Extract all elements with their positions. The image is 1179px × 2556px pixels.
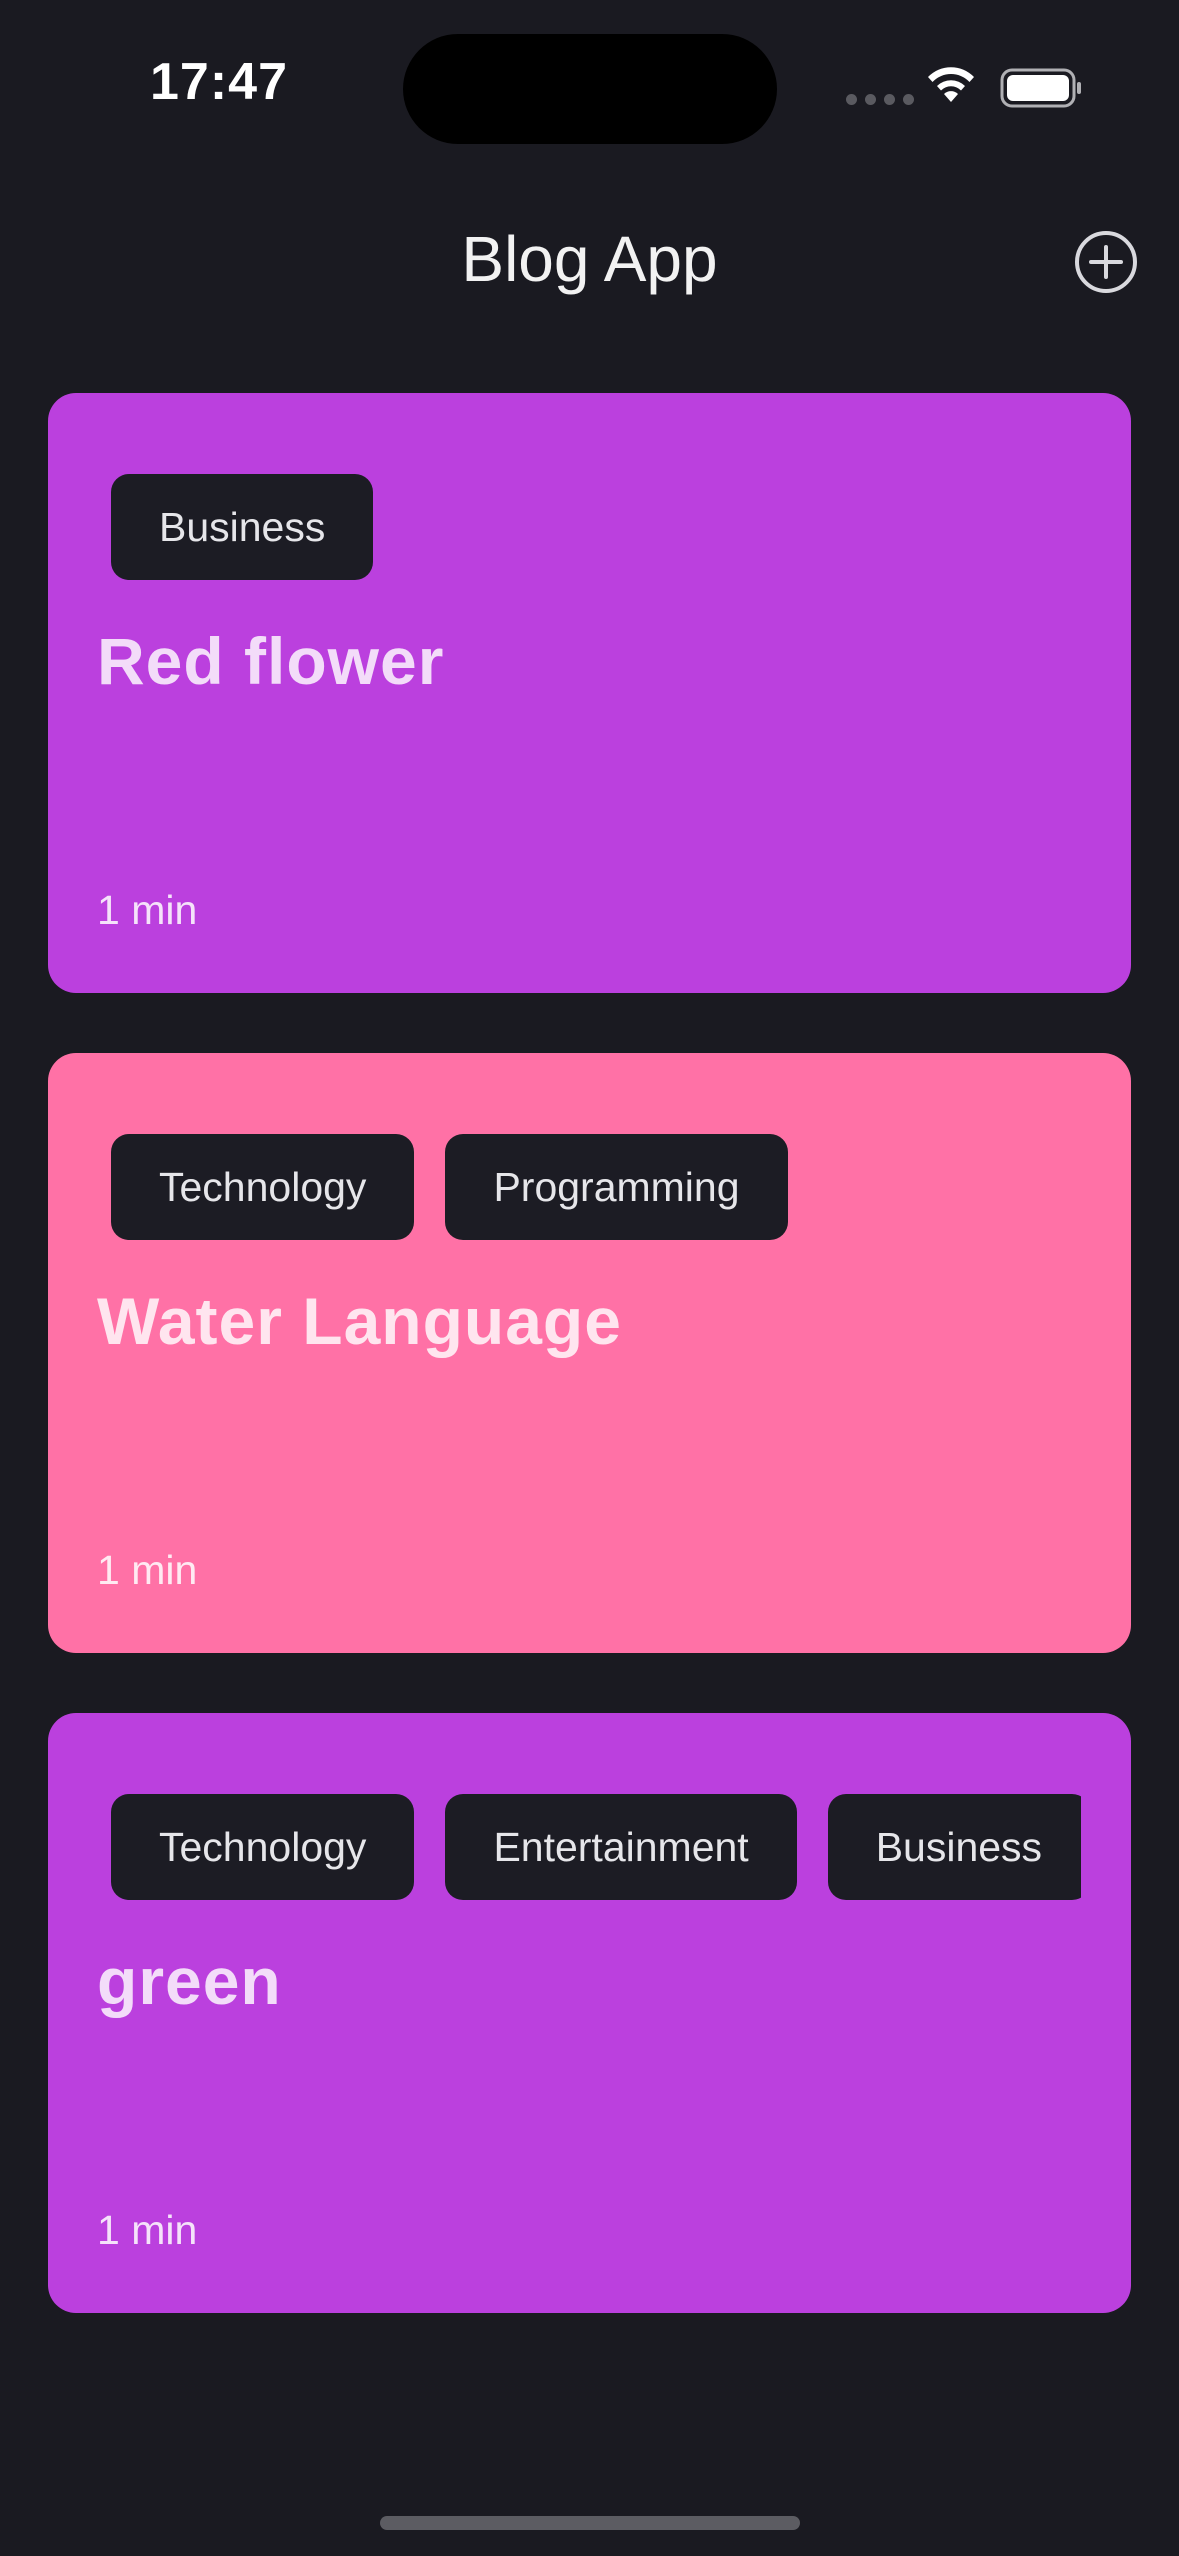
dynamic-island bbox=[403, 34, 777, 144]
tag-list: Business bbox=[111, 474, 1081, 582]
home-indicator[interactable] bbox=[380, 2516, 800, 2530]
tag-chip[interactable]: Business bbox=[827, 1794, 1081, 1900]
tag-chip[interactable]: Programming bbox=[445, 1134, 788, 1240]
post-card[interactable]: Technology Entertainment Business green … bbox=[48, 1713, 1131, 2313]
wifi-icon bbox=[928, 67, 974, 102]
post-title: green bbox=[97, 1944, 282, 2018]
battery-icon bbox=[1000, 68, 1081, 108]
page-title: Blog App bbox=[461, 223, 718, 295]
cellular-signal-icon bbox=[846, 94, 914, 105]
status-time: 17:47 bbox=[150, 53, 288, 111]
tag-list[interactable]: Technology Entertainment Business bbox=[111, 1794, 1081, 1902]
post-card[interactable]: Technology Programming Water Language 1 … bbox=[48, 1053, 1131, 1653]
read-time: 1 min bbox=[97, 2207, 198, 2253]
post-card[interactable]: Business Red flower 1 min bbox=[48, 393, 1131, 993]
tag-chip[interactable]: Entertainment bbox=[445, 1794, 797, 1900]
post-title: Water Language bbox=[97, 1284, 622, 1358]
plus-circle-icon bbox=[1075, 231, 1137, 293]
add-post-button[interactable] bbox=[1074, 230, 1138, 294]
tag-list: Technology Programming bbox=[111, 1134, 1081, 1242]
read-time: 1 min bbox=[97, 1547, 198, 1593]
tag-chip[interactable]: Technology bbox=[111, 1134, 415, 1240]
tag-chip[interactable]: Technology bbox=[111, 1794, 415, 1900]
tag-chip[interactable]: Business bbox=[111, 474, 374, 580]
read-time: 1 min bbox=[97, 887, 198, 933]
screen: 17:47 Blog App Business Red flower 1 min… bbox=[0, 0, 1179, 2556]
post-title: Red flower bbox=[97, 624, 445, 698]
